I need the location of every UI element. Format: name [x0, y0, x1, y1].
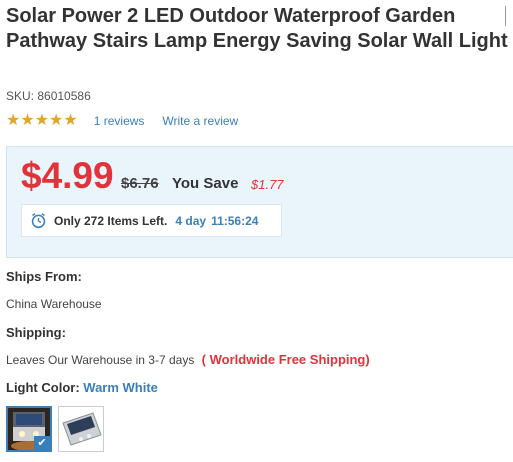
lamp-white-thumbnail [59, 407, 103, 451]
light-color-label: Light Color: [6, 380, 80, 395]
sku-line: SKU: 86010586 [6, 89, 91, 103]
days-remaining: 4 day [175, 213, 207, 228]
sku-value: 86010586 [37, 89, 91, 103]
countdown-timer: 11:56:24 [211, 213, 259, 228]
items-left-text: Only 272 Items Left. [54, 213, 168, 228]
rating-row: ★ ★ ★ ★ ★ 1 reviews Write a review [6, 113, 238, 129]
stock-timer: Only 272 Items Left. 4 day 11:56:24 [21, 204, 282, 237]
shipping-label: Shipping: [6, 325, 66, 340]
star-icon: ★ [20, 112, 35, 129]
original-price: $6.76 [121, 175, 159, 192]
star-icon: ★ [34, 112, 50, 129]
price-box: $4.99 $6.76 You Save $1.77 Only 272 Item… [6, 146, 513, 258]
product-title: Solar Power 2 LED Outdoor Waterproof Gar… [6, 5, 508, 52]
free-shipping-badge: ( Worldwide Free Shipping) [201, 352, 370, 367]
reviews-link[interactable]: 1 reviews [94, 114, 145, 128]
star-rating: ★ ★ ★ ★ ★ [6, 113, 78, 129]
light-color-value: Warm White [83, 380, 158, 395]
title-divider [505, 6, 506, 26]
ships-from-label: Ships From: [6, 269, 82, 284]
swatch-white[interactable] [58, 406, 104, 452]
ships-from-value: China Warehouse [6, 297, 102, 311]
current-price: $4.99 [21, 155, 114, 196]
save-amount: $1.77 [251, 177, 284, 192]
shipping-info: Leaves Our Warehouse in 3-7 days ( World… [6, 352, 370, 367]
star-icon: ★ [63, 112, 78, 129]
selected-check-icon: ✔ [34, 436, 50, 450]
light-color-row: Light Color: Warm White [6, 380, 158, 395]
shipping-time: Leaves Our Warehouse in 3-7 days [6, 353, 195, 367]
write-review-link[interactable]: Write a review [162, 114, 238, 128]
star-icon: ★ [6, 112, 21, 129]
swatch-warm-white[interactable]: ✔ [6, 406, 52, 452]
sku-label: SKU: [6, 89, 35, 103]
you-save-label: You Save [172, 175, 239, 192]
alarm-clock-icon [31, 213, 46, 229]
star-icon: ★ [49, 112, 64, 129]
